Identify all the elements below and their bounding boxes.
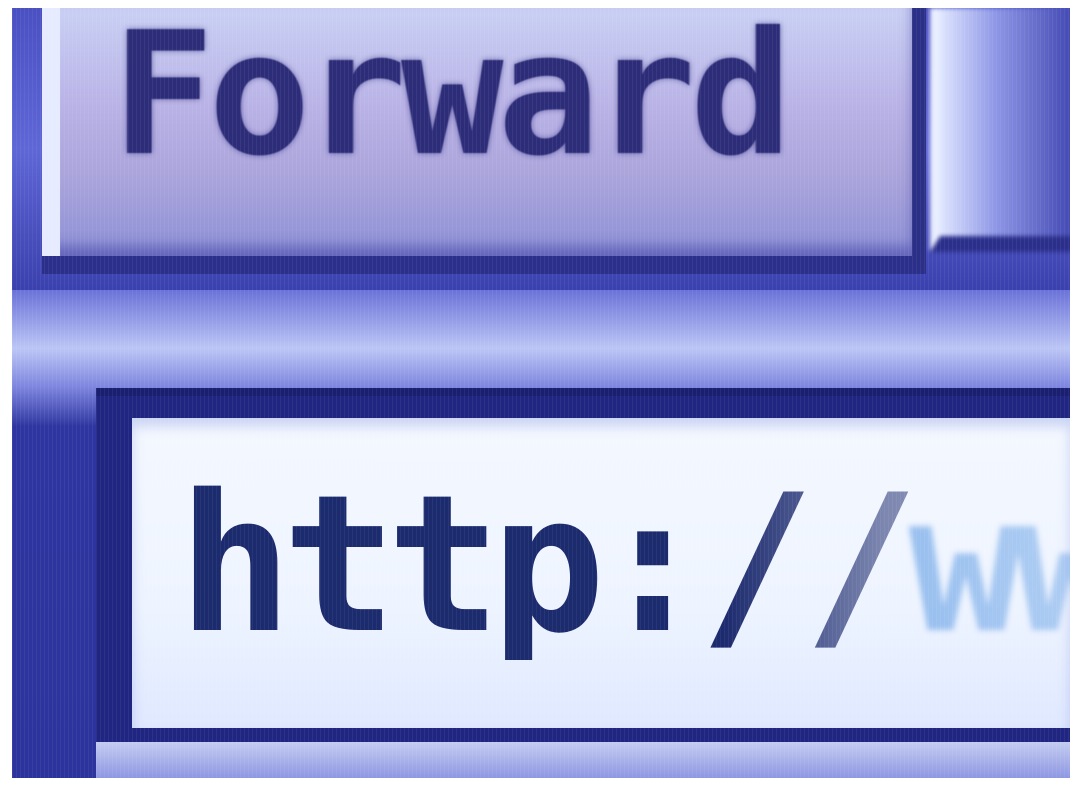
forward-button[interactable]: Forward [42, 8, 926, 274]
address-input-value: http://ww [178, 470, 1070, 660]
address-bar-frame: http://ww [96, 388, 1070, 778]
address-bar-region: http://ww [12, 290, 1070, 778]
address-url-host-partial: ww [908, 454, 1070, 675]
browser-toolbar: Forward [12, 8, 1070, 290]
address-bar-bottom-edge [96, 742, 1070, 778]
toolbar-button-partial[interactable] [930, 8, 1070, 252]
address-input[interactable]: http://ww [132, 418, 1070, 728]
browser-screen-closeup: Forward http://ww [12, 8, 1070, 778]
address-url-scheme: http:// [178, 454, 919, 675]
forward-button-label: Forward [112, 8, 792, 194]
